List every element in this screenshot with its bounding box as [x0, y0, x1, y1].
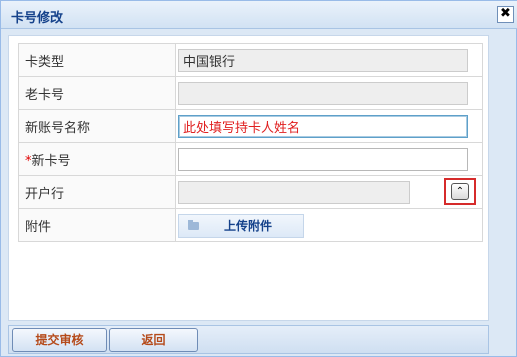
bank-branch-input: [178, 180, 410, 204]
card-type-input: [178, 48, 468, 72]
row-bank-branch: 开户行 ⌃: [18, 175, 483, 209]
bank-branch-label: 开户行: [18, 175, 176, 209]
row-card-type: 卡类型: [18, 43, 483, 77]
close-icon[interactable]: ✖: [497, 6, 514, 23]
row-new-card-number: *新卡号: [18, 142, 483, 176]
new-account-name-input[interactable]: [178, 114, 468, 138]
old-card-number-input: [178, 81, 468, 105]
chevron-up-icon[interactable]: ⌃: [451, 183, 469, 200]
new-account-name-label: 新账号名称: [18, 109, 176, 143]
row-old-card-number: 老卡号: [18, 76, 483, 110]
dialog-title: 卡号修改: [11, 11, 64, 26]
old-card-number-label: 老卡号: [18, 76, 176, 110]
new-card-number-input[interactable]: [178, 147, 468, 171]
folder-icon: [188, 219, 199, 230]
row-attachment: 附件 上传附件: [18, 208, 483, 242]
dialog-footer: 提交审核 返回: [8, 325, 489, 354]
attachment-label: 附件: [18, 208, 176, 242]
back-button[interactable]: 返回: [109, 328, 198, 352]
card-edit-dialog: 卡号修改 ✖ 卡类型 老卡号 新账号名称: [0, 0, 517, 357]
new-card-number-label: 新卡号: [31, 153, 71, 169]
bank-picker-highlight: ⌃: [444, 178, 476, 205]
upload-attachment-button[interactable]: 上传附件: [178, 213, 304, 238]
upload-attachment-label: 上传附件: [224, 219, 273, 233]
form-panel: 卡类型 老卡号 新账号名称 *新卡号: [8, 35, 489, 321]
submit-review-button[interactable]: 提交审核: [12, 328, 107, 352]
card-type-label: 卡类型: [18, 43, 176, 77]
row-new-account-name: 新账号名称: [18, 109, 483, 143]
card-form: 卡类型 老卡号 新账号名称 *新卡号: [18, 43, 483, 242]
dialog-titlebar: 卡号修改 ✖: [1, 1, 517, 29]
